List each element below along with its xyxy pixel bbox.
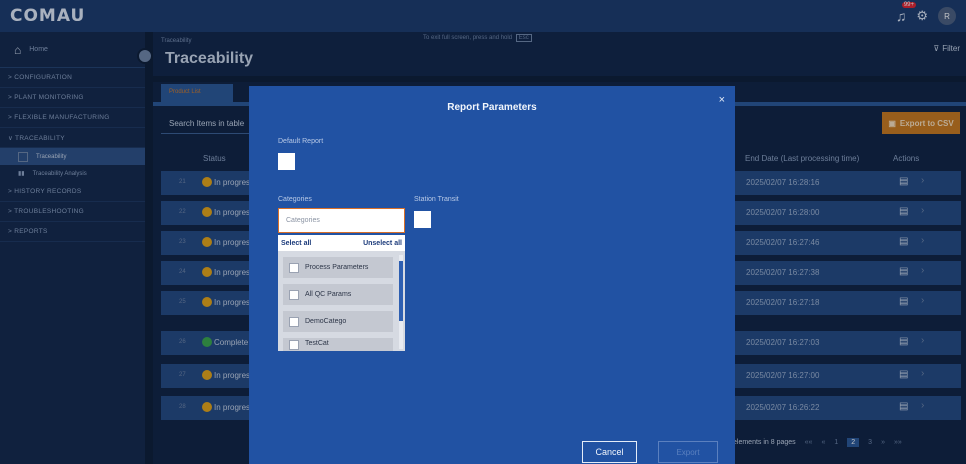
categories-label: Categories [278, 196, 312, 203]
dropdown-scroll-thumb[interactable] [399, 261, 403, 321]
default-report-checkbox[interactable] [278, 153, 295, 170]
option-checkbox[interactable] [289, 316, 299, 327]
category-option[interactable]: TestCat [283, 338, 393, 351]
select-actions: Select all Unselect all [278, 235, 405, 251]
category-option[interactable]: Process Parameters [283, 257, 393, 278]
modal-title: Report Parameters [447, 102, 537, 113]
station-transit-label: Station Transit [414, 196, 459, 203]
option-checkbox[interactable] [289, 340, 299, 350]
export-button[interactable]: Export [658, 441, 718, 463]
categories-input[interactable]: Categories [278, 208, 405, 233]
report-parameters-modal: Report Parameters × Default Report Categ… [249, 86, 735, 464]
option-label: Process Parameters [305, 264, 369, 271]
category-option[interactable]: All QC Params [283, 284, 393, 305]
select-all-link[interactable]: Select all [281, 240, 311, 247]
option-label: TestCat [305, 340, 329, 347]
station-transit-checkbox[interactable] [414, 211, 431, 228]
option-checkbox[interactable] [289, 289, 299, 300]
option-label: DemoCatego [305, 318, 347, 325]
category-option[interactable]: DemoCatego [283, 311, 393, 332]
option-label: All QC Params [305, 291, 352, 298]
unselect-all-link[interactable]: Unselect all [363, 240, 402, 247]
close-icon[interactable]: × [719, 94, 725, 106]
cancel-button[interactable]: Cancel [582, 441, 637, 463]
default-report-label: Default Report [278, 138, 324, 145]
option-checkbox[interactable] [289, 262, 299, 273]
categories-dropdown: Select all Unselect all Process Paramete… [278, 235, 405, 351]
